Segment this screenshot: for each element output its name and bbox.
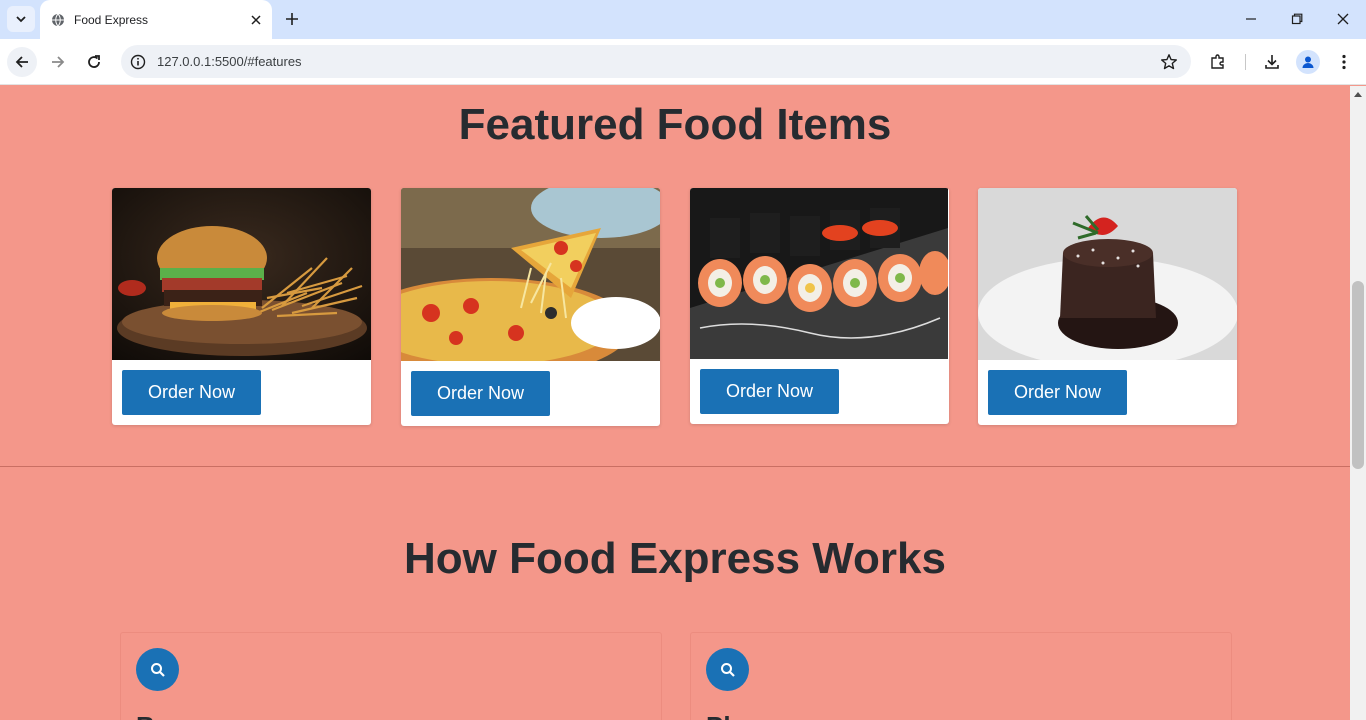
profile-avatar-icon[interactable] xyxy=(1296,50,1320,74)
featured-section-title: Featured Food Items xyxy=(458,100,892,149)
extensions-icon[interactable] xyxy=(1206,50,1230,74)
order-now-button[interactable]: Order Now xyxy=(988,370,1127,415)
tab-title: Food Express xyxy=(74,12,149,27)
sushi-image xyxy=(690,188,948,359)
minimize-icon xyxy=(1246,18,1256,20)
reload-button[interactable] xyxy=(79,47,109,77)
step-heading: Pl xyxy=(706,711,731,720)
burger-image xyxy=(112,188,371,360)
order-now-button[interactable]: Order Now xyxy=(700,369,839,414)
step-heading: B xyxy=(136,711,155,720)
scrollbar-thumb[interactable] xyxy=(1352,281,1364,469)
download-icon[interactable] xyxy=(1260,50,1284,74)
close-icon xyxy=(1337,13,1349,25)
browser-toolbar: 127.0.0.1:5500/#features xyxy=(0,39,1366,85)
order-now-button[interactable]: Order Now xyxy=(122,370,261,415)
new-tab-button[interactable] xyxy=(281,8,303,30)
active-tab[interactable]: Food Express xyxy=(40,0,272,39)
site-info-icon[interactable] xyxy=(129,53,147,71)
food-card-pizza: Order Now xyxy=(401,188,660,426)
section-divider xyxy=(0,466,1350,467)
close-tab-icon[interactable] xyxy=(246,10,266,30)
address-bar[interactable]: 127.0.0.1:5500/#features xyxy=(121,45,1191,78)
minimize-button[interactable] xyxy=(1239,8,1263,30)
food-card-lava-cake: Order Now xyxy=(978,188,1237,425)
plus-icon xyxy=(286,13,298,25)
how-step-card: B xyxy=(120,632,662,720)
food-card-burger: Order Now xyxy=(112,188,371,425)
search-icon xyxy=(136,648,179,691)
restore-icon xyxy=(1291,13,1303,25)
back-button[interactable] xyxy=(7,47,37,77)
how-it-works-title: How Food Express Works xyxy=(404,534,946,583)
menu-kebab-icon[interactable] xyxy=(1332,50,1356,74)
restore-button[interactable] xyxy=(1285,8,1309,30)
browser-tab-strip: Food Express xyxy=(0,0,1366,39)
page-scrollbar[interactable] xyxy=(1350,86,1366,720)
pizza-image xyxy=(401,188,660,361)
globe-icon xyxy=(50,12,66,28)
close-window-button[interactable] xyxy=(1331,8,1355,30)
toolbar-separator xyxy=(1245,54,1246,70)
how-step-card: Pl xyxy=(690,632,1232,720)
food-card-sushi: Order Now xyxy=(690,188,949,424)
lava-cake-image xyxy=(978,188,1237,360)
url-text[interactable]: 127.0.0.1:5500/#features xyxy=(157,54,1157,69)
chevron-down-icon xyxy=(16,16,26,23)
arrow-left-icon xyxy=(15,56,28,68)
tab-search-button[interactable] xyxy=(7,6,35,32)
reload-icon xyxy=(88,55,100,68)
forward-button[interactable] xyxy=(43,47,73,77)
order-now-button[interactable]: Order Now xyxy=(411,371,550,416)
arrow-right-icon xyxy=(52,56,65,68)
search-icon xyxy=(706,648,749,691)
bookmark-star-icon[interactable] xyxy=(1157,50,1181,74)
page-viewport: Featured Food Items Order Now Order Now … xyxy=(0,86,1350,720)
scroll-up-arrow-icon[interactable] xyxy=(1350,86,1366,102)
